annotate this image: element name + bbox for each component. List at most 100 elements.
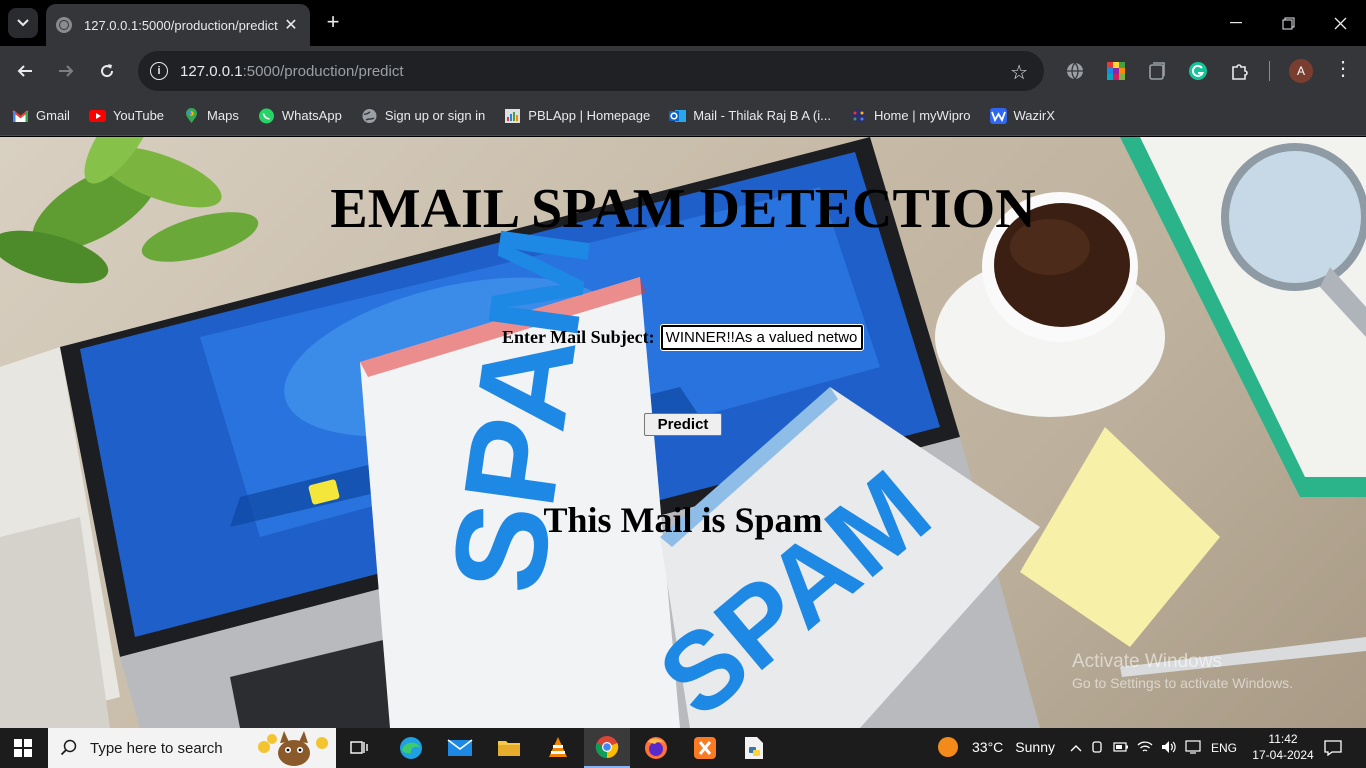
profile-avatar[interactable]: A bbox=[1289, 59, 1313, 83]
tab-search-button[interactable] bbox=[8, 8, 38, 38]
taskbar-vlc[interactable] bbox=[535, 728, 581, 768]
wazirx-icon bbox=[989, 107, 1007, 124]
language-indicator[interactable]: ENG bbox=[1211, 741, 1237, 755]
weather-temperature: 33°C bbox=[972, 739, 1004, 755]
bookmark-sign-in[interactable]: Sign up or sign in bbox=[361, 108, 485, 124]
search-placeholder: Type here to search bbox=[90, 739, 223, 757]
restore-button[interactable] bbox=[1262, 0, 1314, 46]
wifi-icon[interactable] bbox=[1133, 740, 1157, 757]
display-icon[interactable] bbox=[1181, 739, 1205, 757]
wipro-icon bbox=[851, 109, 865, 122]
weather-description: Sunny bbox=[1015, 739, 1055, 755]
prediction-result: This Mail is Spam bbox=[543, 500, 823, 540]
mail-subject-input[interactable] bbox=[659, 324, 864, 351]
bookmark-wazirx[interactable]: WazirX bbox=[989, 107, 1055, 124]
clock-date: 17-04-2024 bbox=[1252, 748, 1314, 762]
extensions-puzzle-icon[interactable] bbox=[1230, 61, 1250, 81]
show-hidden-icons-icon[interactable] bbox=[1067, 741, 1085, 755]
search-icon bbox=[60, 739, 77, 756]
reload-button[interactable] bbox=[93, 57, 121, 85]
tab-manager-extension-icon[interactable] bbox=[1147, 61, 1167, 81]
url-text: 127.0.0.1:5000/production/predict bbox=[180, 62, 404, 80]
windows-taskbar: Type here to search 33°C Sunny ENG 11:42… bbox=[0, 728, 1366, 768]
reload-icon bbox=[101, 64, 114, 78]
taskbar-python-file[interactable] bbox=[731, 728, 777, 768]
battery-icon[interactable] bbox=[1109, 741, 1133, 755]
close-icon bbox=[1334, 17, 1346, 29]
mail-icon bbox=[447, 739, 473, 756]
bookmark-maps[interactable]: Maps bbox=[183, 107, 239, 124]
task-view-icon bbox=[350, 741, 368, 754]
device-icon[interactable] bbox=[1085, 740, 1109, 757]
predict-button[interactable]: Predict bbox=[644, 413, 722, 436]
tab-strip: 127.0.0.1:5000/production/predict ✕ + bbox=[0, 0, 1366, 46]
bookmark-pblapp[interactable]: PBLApp | Homepage bbox=[504, 108, 650, 124]
bookmark-outlook-mail[interactable]: Mail - Thilak Raj B A (i... bbox=[669, 108, 831, 124]
toolbar-separator bbox=[1269, 61, 1270, 81]
taskbar-chrome[interactable] bbox=[584, 728, 630, 768]
taskbar-xampp[interactable] bbox=[682, 728, 728, 768]
browser-menu-icon[interactable]: ⋮ bbox=[1333, 59, 1353, 79]
edge-icon bbox=[400, 737, 422, 759]
back-button[interactable] bbox=[11, 57, 39, 85]
close-window-button[interactable] bbox=[1314, 0, 1366, 46]
bookmark-youtube[interactable]: YouTube bbox=[88, 108, 164, 124]
whatsapp-icon bbox=[258, 108, 274, 123]
taskbar-search-box[interactable]: Type here to search bbox=[48, 728, 336, 768]
bookmarks-bar: Gmail YouTube Maps WhatsApp Sign up or s… bbox=[0, 96, 1366, 136]
notification-icon bbox=[1324, 740, 1342, 756]
firefox-icon bbox=[645, 737, 667, 759]
task-view-button[interactable] bbox=[337, 728, 383, 768]
clock-time: 11:42 bbox=[1268, 732, 1298, 746]
minimize-icon bbox=[1230, 22, 1242, 24]
volume-icon[interactable] bbox=[1157, 740, 1181, 757]
python-file-icon bbox=[745, 737, 763, 759]
vlc-icon bbox=[549, 737, 567, 757]
taskbar-edge[interactable] bbox=[388, 728, 434, 768]
watermark-title: Activate Windows bbox=[1072, 651, 1222, 672]
xampp-icon bbox=[694, 737, 716, 759]
color-picker-extension-icon[interactable] bbox=[1106, 61, 1126, 81]
bookmark-mywipro[interactable]: Home | myWipro bbox=[850, 108, 971, 124]
taskbar-clock[interactable]: 11:42 17-04-2024 bbox=[1252, 731, 1314, 763]
search-highlight-icon bbox=[258, 731, 328, 766]
taskbar-file-explorer[interactable] bbox=[486, 728, 532, 768]
pblapp-icon bbox=[505, 108, 521, 123]
globe-icon bbox=[362, 108, 377, 123]
restore-icon bbox=[1282, 17, 1294, 29]
bookmark-star-icon[interactable]: ☆ bbox=[1010, 60, 1028, 85]
page-title: EMAIL SPAM DETECTION bbox=[330, 178, 1036, 240]
folder-icon bbox=[498, 741, 520, 756]
maps-icon bbox=[186, 107, 198, 123]
tab-title: 127.0.0.1:5000/production/predict bbox=[84, 17, 278, 33]
bookmark-gmail[interactable]: Gmail bbox=[12, 108, 70, 124]
notification-center-button[interactable] bbox=[1322, 728, 1344, 768]
chevron-down-icon bbox=[17, 19, 29, 27]
taskbar-firefox[interactable] bbox=[633, 728, 679, 768]
active-tab[interactable]: 127.0.0.1:5000/production/predict ✕ bbox=[46, 4, 310, 46]
site-info-icon[interactable]: i bbox=[150, 62, 168, 80]
minimize-button[interactable] bbox=[1210, 0, 1262, 46]
windows-start-icon[interactable] bbox=[14, 739, 32, 757]
close-tab-icon[interactable]: ✕ bbox=[282, 15, 300, 35]
watermark-subtitle: Go to Settings to activate Windows. bbox=[1072, 675, 1293, 691]
forward-arrow-icon bbox=[59, 65, 74, 77]
forward-button[interactable] bbox=[52, 57, 80, 85]
system-tray: ENG bbox=[1067, 728, 1237, 768]
new-tab-button[interactable]: + bbox=[320, 10, 346, 36]
activate-windows-watermark: Activate Windows Go to Settings to activ… bbox=[1072, 651, 1293, 691]
spam-detection-page: SPAM SPAM EMAIL SPAM DETECTION Enter Mai… bbox=[0, 137, 1366, 728]
chrome-icon bbox=[595, 736, 619, 759]
translate-extension-icon[interactable] bbox=[1065, 61, 1085, 81]
taskbar-mail[interactable] bbox=[437, 728, 483, 768]
grammarly-extension-icon[interactable] bbox=[1188, 61, 1208, 81]
back-arrow-icon bbox=[17, 65, 32, 77]
address-bar[interactable]: i 127.0.0.1:5000/production/predict ☆ bbox=[138, 51, 1044, 91]
youtube-icon bbox=[88, 109, 106, 122]
subject-label: Enter Mail Subject: bbox=[502, 327, 655, 347]
subject-row: Enter Mail Subject: bbox=[502, 324, 864, 351]
weather-widget[interactable]: 33°C Sunny bbox=[938, 737, 1055, 757]
bookmark-whatsapp[interactable]: WhatsApp bbox=[258, 108, 342, 124]
outlook-icon bbox=[669, 109, 687, 122]
gmail-icon bbox=[12, 109, 29, 122]
